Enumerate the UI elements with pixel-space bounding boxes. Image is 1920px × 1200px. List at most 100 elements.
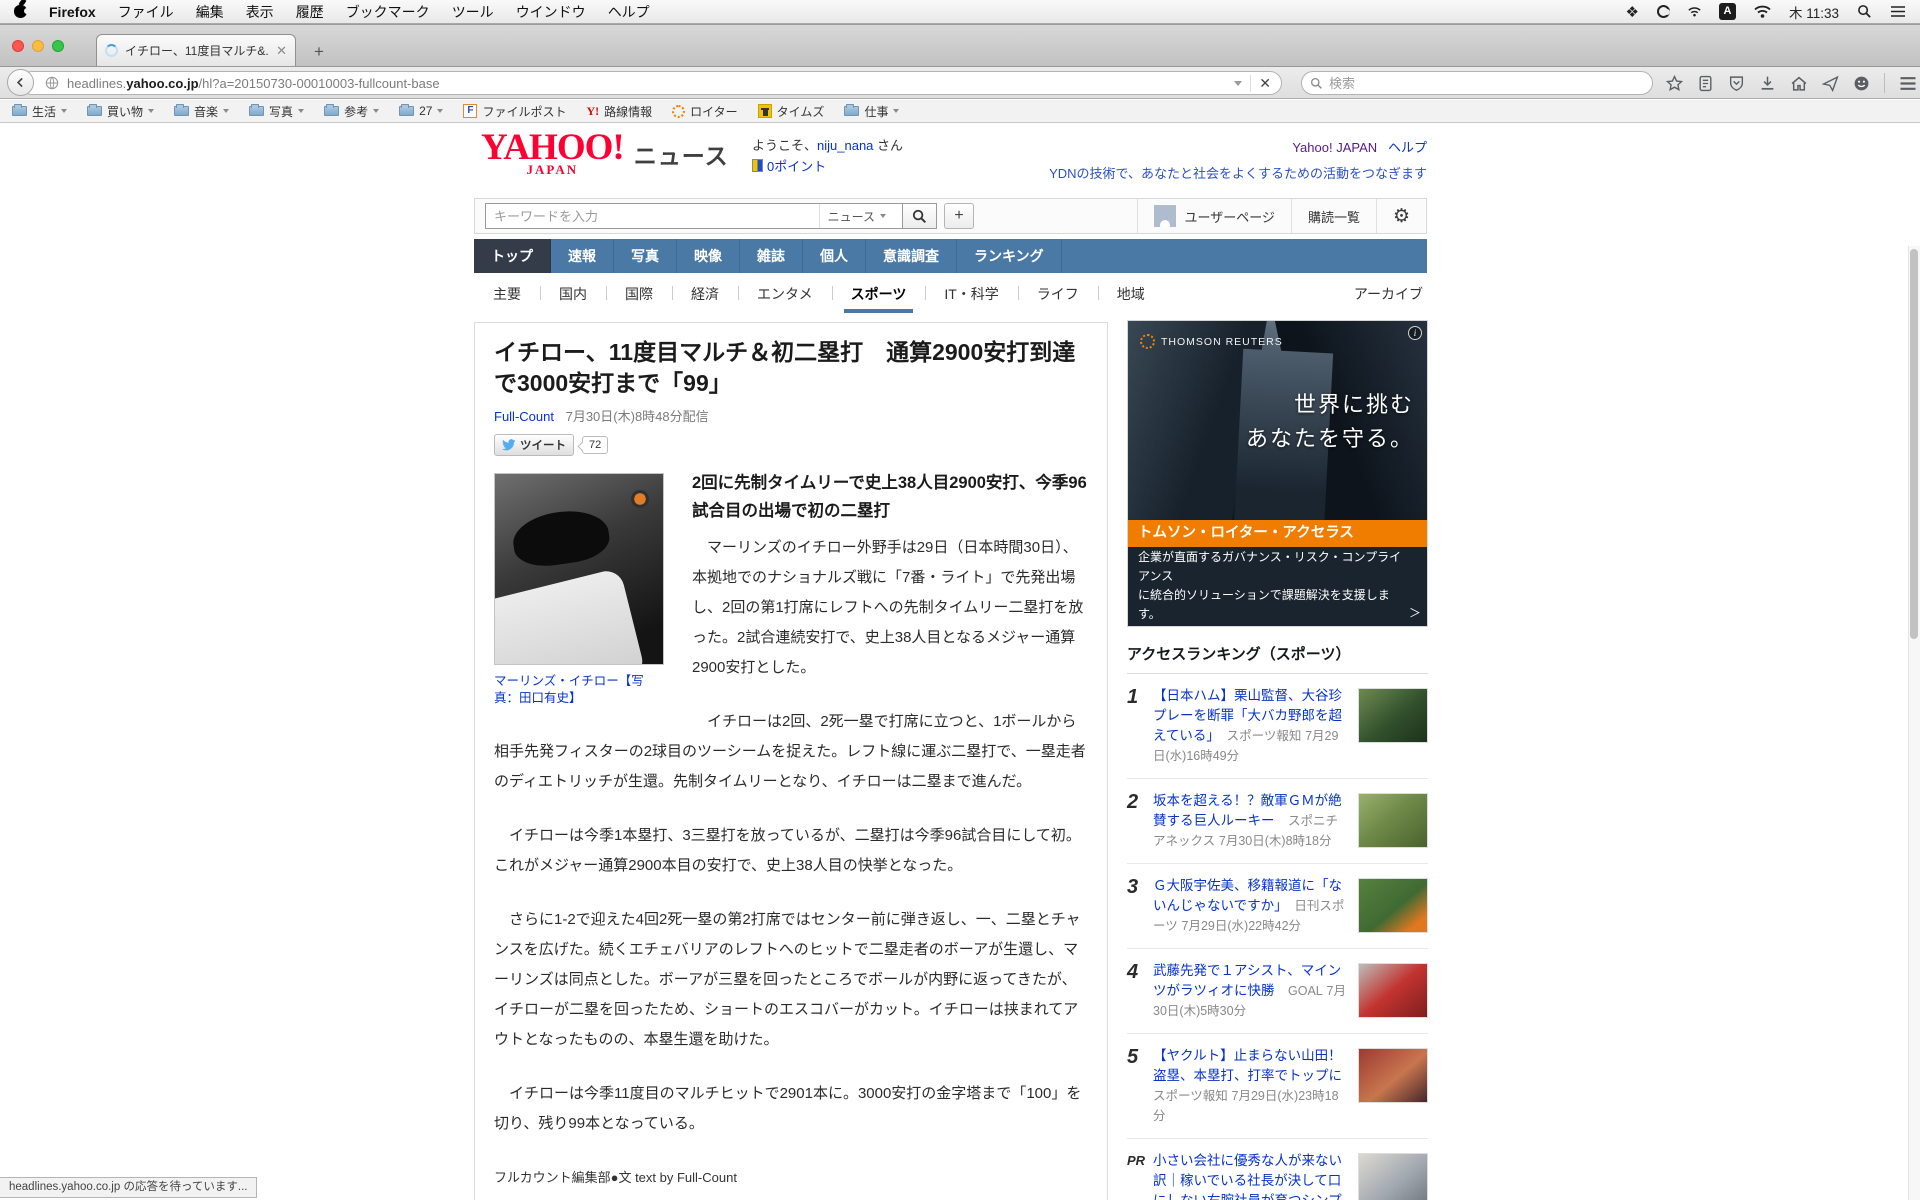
site-search-box[interactable]: ニュース xyxy=(485,203,903,229)
bookmark-folder-work[interactable]: 仕事 xyxy=(844,103,899,120)
url-bar[interactable]: headlines.yahoo.co.jp/hl?a=20150730-0001… xyxy=(20,71,1282,95)
bookmark-folder-27[interactable]: 27 xyxy=(399,104,443,118)
menubar-clock[interactable]: 木 11:33 xyxy=(1789,2,1839,22)
subnav-domestic[interactable]: 国内 xyxy=(540,284,606,304)
article-source-link[interactable]: Full-Count xyxy=(494,409,554,424)
menu-icon[interactable] xyxy=(1899,76,1917,91)
bookmark-filepost[interactable]: Fファイルポスト xyxy=(463,103,566,120)
subnav-life[interactable]: ライフ xyxy=(1018,284,1098,304)
photo-caption-link[interactable]: マーリンズ・イチロー【写真：田口有史】 xyxy=(494,673,664,707)
menu-view[interactable]: 表示 xyxy=(246,2,274,22)
article-photo[interactable] xyxy=(494,473,664,665)
home-icon[interactable] xyxy=(1790,75,1808,92)
tab-photo[interactable]: 写真 xyxy=(614,239,677,273)
ranking-thumbnail[interactable] xyxy=(1358,963,1428,1018)
browser-search-field[interactable] xyxy=(1301,71,1653,95)
input-source-icon[interactable]: A xyxy=(1719,3,1736,20)
zoom-button[interactable] xyxy=(52,40,64,52)
notification-center-icon[interactable] xyxy=(1890,5,1906,18)
wifi-icon[interactable] xyxy=(1754,5,1771,18)
back-button[interactable] xyxy=(7,69,34,96)
subnav-world[interactable]: 国際 xyxy=(606,284,672,304)
yahoo-japan-link[interactable]: Yahoo! JAPAN xyxy=(1292,140,1377,155)
minimize-button[interactable] xyxy=(32,40,44,52)
menu-tools[interactable]: ツール xyxy=(452,2,494,22)
creative-cloud-icon[interactable] xyxy=(1657,5,1670,18)
dropbox-icon[interactable]: ❖ xyxy=(1626,3,1639,21)
tab-magazine[interactable]: 雑誌 xyxy=(740,239,803,273)
subnav-entertainment[interactable]: エンタメ xyxy=(738,284,832,304)
browser-search-input[interactable] xyxy=(1329,76,1644,91)
tab-survey[interactable]: 意識調査 xyxy=(866,239,957,273)
tab-video[interactable]: 映像 xyxy=(677,239,740,273)
pocket-icon[interactable] xyxy=(1728,75,1745,92)
menu-bookmarks[interactable]: ブックマーク xyxy=(346,2,430,22)
pr-thumbnail[interactable] xyxy=(1358,1153,1428,1200)
bookmark-transit[interactable]: Y!路線情報 xyxy=(586,103,652,120)
site-search-input[interactable] xyxy=(494,209,819,224)
points-link[interactable]: 0ポイント xyxy=(767,156,826,175)
bookmark-star-icon[interactable] xyxy=(1666,75,1683,92)
bookmark-folder-music[interactable]: 音楽 xyxy=(174,103,229,120)
bookmark-reuters[interactable]: ロイター xyxy=(672,103,738,120)
menu-edit[interactable]: 編集 xyxy=(196,2,224,22)
menu-file[interactable]: ファイル xyxy=(118,2,174,22)
new-tab-button[interactable]: + xyxy=(306,42,332,62)
tab-ranking[interactable]: ランキング xyxy=(957,239,1062,273)
url-text[interactable]: headlines.yahoo.co.jp/hl?a=20150730-0001… xyxy=(67,76,1226,91)
scrollbar-track[interactable] xyxy=(1908,246,1920,1200)
bookmark-folder-shopping[interactable]: 買い物 xyxy=(87,103,154,120)
menu-history[interactable]: 履歴 xyxy=(296,2,324,22)
ad-photo[interactable]: THOMSON REUTERS 世界に挑む あなたを守る。 i xyxy=(1128,321,1427,520)
menu-app-name[interactable]: Firefox xyxy=(49,4,96,20)
site-search-button[interactable] xyxy=(903,203,937,229)
subnav-sports[interactable]: スポーツ xyxy=(832,284,926,304)
apple-menu-icon[interactable] xyxy=(14,5,27,18)
tweet-button[interactable]: ツイート xyxy=(494,434,574,456)
close-button[interactable] xyxy=(12,40,24,52)
ranking-thumbnail[interactable] xyxy=(1358,793,1428,848)
share-icon[interactable] xyxy=(1822,75,1839,92)
archive-link[interactable]: アーカイブ xyxy=(1354,284,1427,304)
tab-flash[interactable]: 速報 xyxy=(551,239,614,273)
ad-info-icon[interactable]: i xyxy=(1408,326,1422,340)
scrollbar-thumb[interactable] xyxy=(1910,249,1918,639)
bookmark-folder-photo[interactable]: 写真 xyxy=(249,103,304,120)
wifi-small-icon[interactable] xyxy=(1688,6,1701,17)
tweet-count-badge[interactable]: 72 xyxy=(582,436,608,454)
ydn-banner-link[interactable]: YDNの技術で、あなたと社会をよくするための活動をつなぎます xyxy=(1049,163,1427,182)
subnav-economy[interactable]: 経済 xyxy=(672,284,738,304)
browser-tab[interactable]: イチロー、11度目マルチ&... ✕ xyxy=(96,34,296,66)
display-ad[interactable]: THOMSON REUTERS 世界に挑む あなたを守る。 i トムソン・ロイタ… xyxy=(1127,320,1428,627)
reading-list-icon[interactable] xyxy=(1697,75,1714,92)
subnav-region[interactable]: 地域 xyxy=(1098,284,1164,304)
search-scope-dropdown[interactable]: ニュース xyxy=(819,204,894,228)
ranking-thumbnail[interactable] xyxy=(1358,688,1428,743)
bookmark-times[interactable]: タイムズ xyxy=(758,103,825,120)
subscriptions-link[interactable]: 購読一覧 xyxy=(1291,199,1376,233)
subnav-main[interactable]: 主要 xyxy=(474,284,540,304)
bookmark-folder-reference[interactable]: 参考 xyxy=(324,103,379,120)
settings-gear-icon[interactable]: ⚙︎ xyxy=(1376,199,1426,233)
spotlight-icon[interactable] xyxy=(1857,4,1872,19)
ad-product-band[interactable]: トムソン・ロイター・アクセラス xyxy=(1128,520,1427,547)
menu-help[interactable]: ヘルプ xyxy=(608,2,650,22)
downloads-icon[interactable] xyxy=(1759,75,1776,92)
ranking-link[interactable]: 【ヤクルト】止まらない山田！盗塁、本塁打、打率でトップに xyxy=(1153,1048,1342,1083)
bookmark-folder-life[interactable]: 生活 xyxy=(12,103,67,120)
pr-link[interactable]: 小さい会社に優秀な人が来ない訳｜稼いでいる社長が決して口にしない右腕社員が育つシ… xyxy=(1153,1153,1342,1200)
yahoo-news-logo[interactable]: YAHOO! JAPAN ニュース xyxy=(481,131,729,178)
menu-window[interactable]: ウインドウ xyxy=(516,2,586,22)
url-dropdown-icon[interactable] xyxy=(1234,81,1242,86)
help-link[interactable]: ヘルプ xyxy=(1388,140,1427,155)
tab-personal[interactable]: 個人 xyxy=(803,239,866,273)
username-link[interactable]: niju_nana xyxy=(817,138,873,153)
user-page-link[interactable]: ユーザーページ xyxy=(1137,199,1290,233)
ranking-thumbnail[interactable] xyxy=(1358,1048,1428,1103)
ad-description[interactable]: 企業が直面するガバナンス・リスク・コンプライアンスに統合的ソリューションで課題解… xyxy=(1128,547,1427,626)
add-keyword-button[interactable]: + xyxy=(944,203,974,229)
tab-top[interactable]: トップ xyxy=(474,239,551,273)
subnav-it-science[interactable]: IT・科学 xyxy=(925,284,1017,304)
tab-close-icon[interactable]: ✕ xyxy=(276,44,287,57)
ranking-thumbnail[interactable] xyxy=(1358,878,1428,933)
